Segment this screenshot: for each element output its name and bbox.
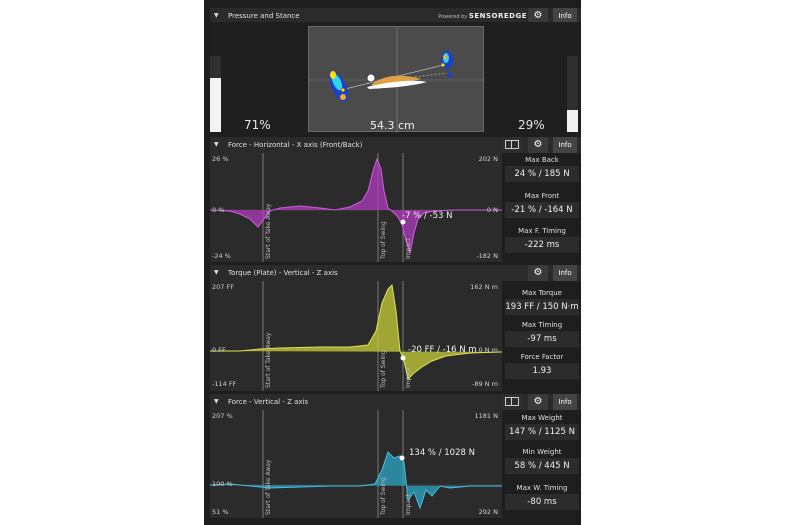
pressure-view: 71% 54.3 cm 29% (210, 22, 581, 134)
right-weight-gauge-fill (567, 109, 578, 132)
info-button[interactable]: Info (553, 265, 577, 281)
force-x-graph: 26 % 202 N 0 % 0 N -24 % -182 N -7 % / -… (210, 153, 502, 262)
right-weight-percent: 29% (518, 118, 545, 132)
panel-title: Torque (Plate) - Vertical - Z axis (228, 269, 338, 277)
y-bottom-right-label: -182 N (476, 252, 498, 260)
impact-callout: -7 % / -53 N (402, 211, 453, 221)
y-top-right-label: 1181 N (474, 412, 498, 420)
left-foot-heatmap (329, 71, 349, 102)
left-weight-percent: 71% (244, 118, 271, 132)
max-weight-callout: 134 % / 1028 N (409, 448, 475, 458)
collapse-caret-icon[interactable]: ▼ (214, 137, 219, 153)
mark-impact: Impact (405, 367, 412, 388)
stat-value: -222 ms (505, 237, 579, 253)
stat-value: 24 % / 185 N (505, 166, 579, 182)
gear-icon[interactable]: ⚙ (528, 137, 548, 153)
panel-title: Force - Vertical - Z axis (228, 398, 309, 406)
left-weight-gauge-fill (210, 78, 221, 132)
stat-value: 1.93 (505, 363, 579, 379)
mark-impact: Impact (405, 494, 412, 515)
y-bottom-right-label: -89 N m (472, 380, 498, 388)
force-x-panel-header: ▼ Force - Horizontal - X axis (Front/Bac… (210, 137, 581, 153)
force-x-curve (210, 153, 502, 262)
y-top-left-label: 207 % (212, 412, 233, 420)
stat-title: Max Torque (521, 289, 562, 297)
y-bottom-left-label: -114 FF (212, 380, 237, 388)
y-top-right-label: 162 N m (470, 283, 498, 291)
force-z-graph: 207 % 1181 N 100 % 51 % 292 N 134 % / 10… (210, 410, 502, 518)
collapse-caret-icon[interactable]: ▼ (214, 265, 219, 281)
stat-title: Max Weight (521, 414, 563, 422)
mark-start-takeaway: Start of Take Away (265, 332, 272, 388)
stat-title: Max W. Timing (516, 484, 568, 492)
stat-value: 58 % / 445 N (505, 458, 579, 474)
collapse-caret-icon[interactable]: ▼ (214, 394, 219, 410)
mark-top-swing: Top of Swing (380, 221, 387, 259)
info-button[interactable]: Info (553, 394, 577, 410)
stat-title: Max F. Timing (518, 227, 566, 235)
force-x-stats: Max Back 24 % / 185 N Max Front -21 % / … (503, 153, 581, 262)
y-zero-left-label: 0 % (212, 206, 225, 214)
stat-value: -80 ms (505, 494, 579, 510)
y-bottom-left-label: 51 % (212, 508, 229, 516)
stat-value: 193 FF / 150 N·m (505, 299, 579, 315)
panel-title: Force - Horizontal - X axis (Front/Back) (228, 141, 363, 149)
stat-value: -21 % / -164 N (505, 202, 579, 218)
mark-top-swing: Top of Swing (380, 477, 387, 515)
torque-stats: Max Torque 193 FF / 150 N·m Max Timing -… (503, 281, 581, 391)
mark-start-takeaway: Start of Take Away (265, 203, 272, 259)
pressure-map (309, 27, 485, 133)
powered-by-label: Powered by (438, 14, 468, 20)
y-zero-left-label: 0 FF (212, 346, 226, 354)
info-button[interactable]: Info (553, 137, 577, 153)
brand-logo: SENSOREDGE (468, 12, 527, 20)
stat-title: Min Weight (522, 448, 562, 456)
mark-impact: Impact (405, 238, 412, 259)
torque-panel-header: ▼ Torque (Plate) - Vertical - Z axis ⚙ I… (210, 265, 581, 281)
stat-title: Force Factor (520, 353, 564, 361)
y-zero-right-label: 0 N (486, 206, 498, 214)
right-weight-gauge (567, 56, 578, 132)
y-bottom-left-label: -24 % (212, 252, 231, 260)
y-bottom-right-label: 292 N (478, 508, 498, 516)
force-z-stats: Max Weight 147 % / 1125 N Min Weight 58 … (503, 410, 581, 518)
stat-title: Max Back (525, 156, 559, 164)
force-z-curve (210, 410, 502, 518)
mark-start-takeaway: Start of Take Away (265, 459, 272, 515)
stance-distance: 54.3 cm (370, 119, 415, 132)
y-top-right-label: 202 N (478, 155, 498, 163)
y-zero-right-label: 0 N m (478, 346, 498, 354)
pressure-plate (308, 26, 485, 133)
split-view-icon[interactable] (502, 137, 522, 153)
stat-title: Max Timing (521, 321, 563, 329)
y-top-left-label: 207 FF (212, 283, 234, 291)
left-weight-gauge (210, 56, 221, 132)
stat-title: Max Front (524, 192, 560, 200)
split-view-icon[interactable] (502, 394, 522, 410)
gear-icon[interactable]: ⚙ (528, 394, 548, 410)
stat-value: 147 % / 1125 N (505, 424, 579, 440)
mark-top-swing: Top of Swing (380, 350, 387, 388)
gear-icon[interactable]: ⚙ (528, 265, 548, 281)
torque-graph: 207 FF 162 N m 0 FF 0 N m -114 FF -89 N … (210, 281, 502, 391)
app-window: ▼ Pressure and Stance Powered by SENSORE… (204, 0, 581, 525)
y-top-left-label: 26 % (212, 155, 229, 163)
stat-value: -97 ms (505, 331, 579, 347)
impact-callout: -20 FF / -16 N m (408, 345, 477, 355)
torque-curve (210, 281, 502, 391)
y-mid-left-label: 100 % (212, 480, 233, 488)
force-z-panel-header: ▼ Force - Vertical - Z axis ⚙ Info (210, 394, 581, 410)
